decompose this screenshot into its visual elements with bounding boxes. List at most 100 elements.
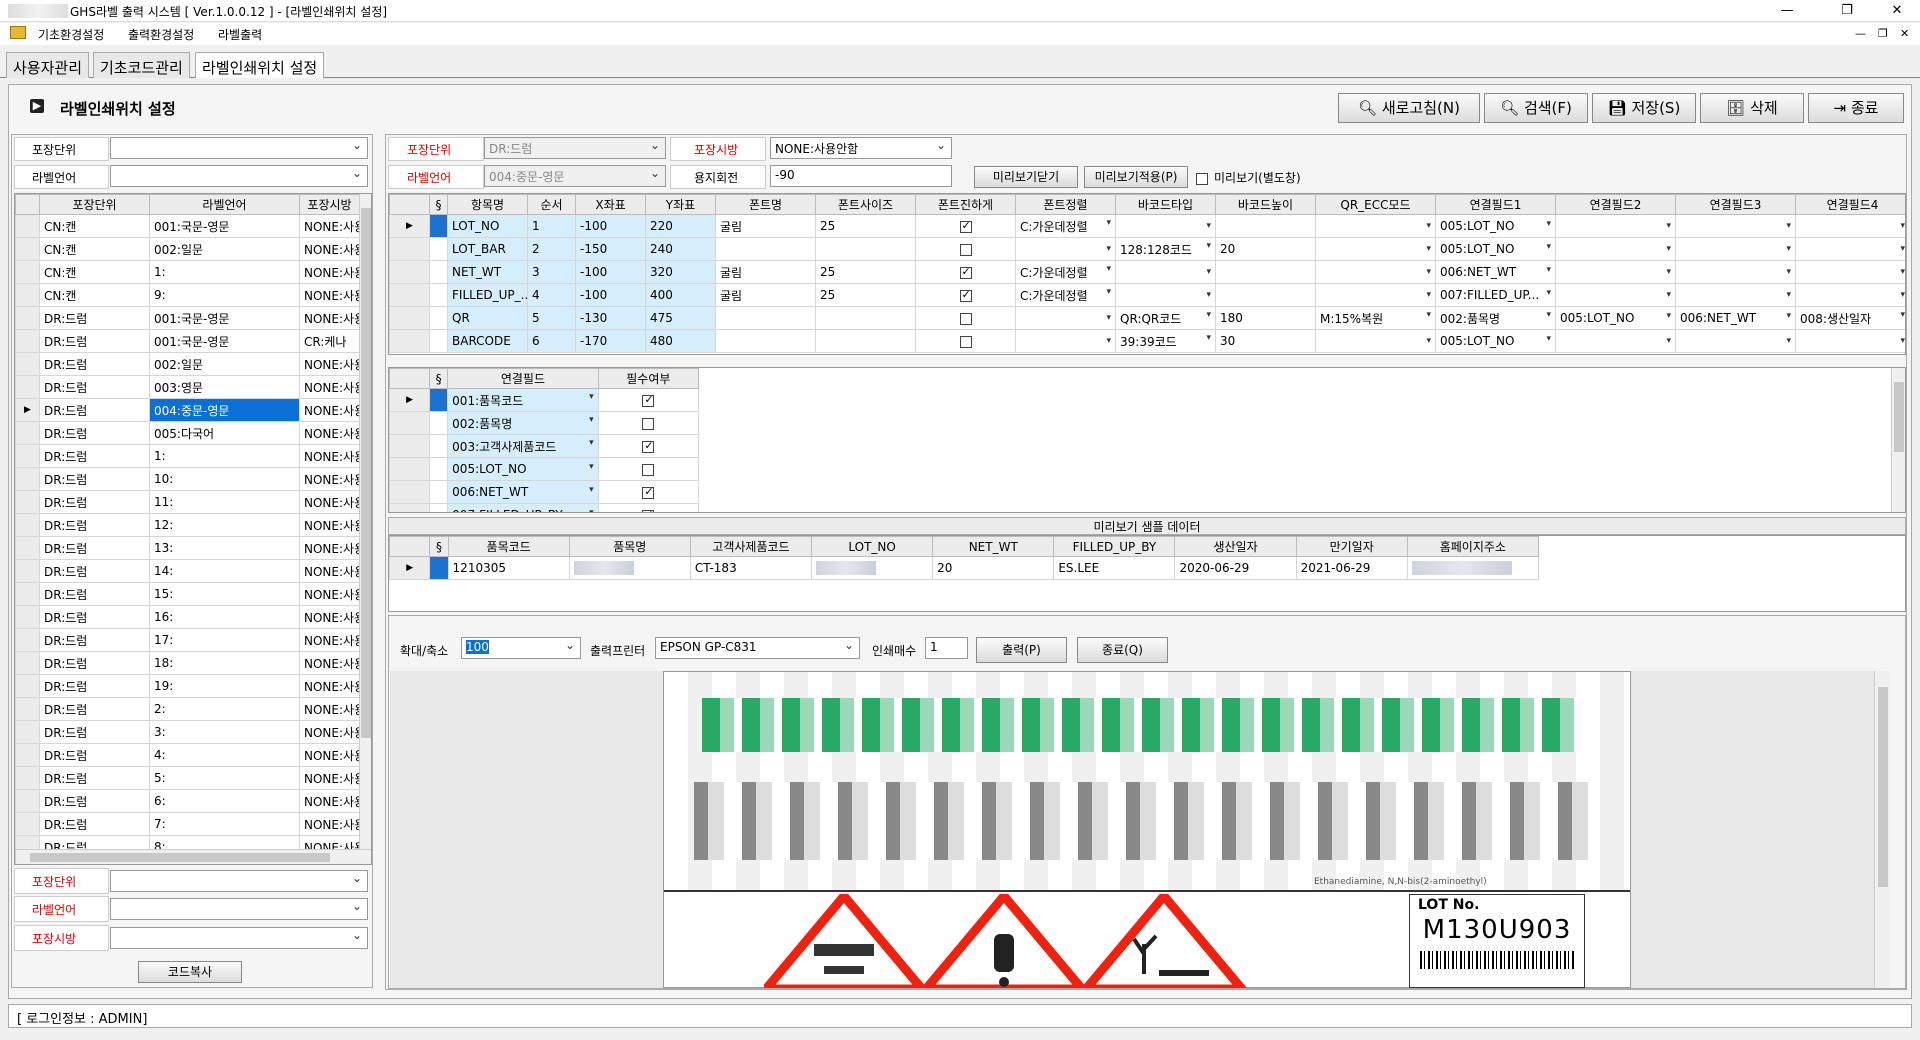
cell-y[interactable]: 220 — [645, 214, 716, 238]
col-link4[interactable]: 연결필드4 — [1795, 194, 1905, 215]
table-row[interactable]: DR:드럼10:NONE:사용안 — [15, 467, 360, 491]
cell-link2[interactable]: ▾ — [1555, 329, 1676, 353]
cell-sample-2[interactable]: CT-183 — [689, 556, 813, 580]
cell-x[interactable]: -100 — [575, 283, 646, 307]
cell-lang[interactable]: 6: — [149, 789, 300, 813]
cell-link1[interactable]: 005:LOT_NO ▾ — [1435, 214, 1556, 238]
cell-required[interactable] — [597, 411, 700, 435]
lang-combo[interactable] — [110, 898, 368, 920]
minimize-button[interactable]: — — [1764, 0, 1810, 22]
cell-packunit[interactable]: CN:캔 — [39, 214, 150, 238]
detail-spec-combo[interactable]: NONE:사용안함 — [770, 137, 952, 159]
cell-link4[interactable]: ▾ — [1795, 237, 1905, 261]
cell-font[interactable]: 굴림 — [715, 214, 816, 238]
table-row[interactable]: FILLED_UP_...4-100400굴림25C:가운데정렬▾▾▾007:F… — [389, 283, 1905, 307]
cell-link2[interactable]: ▾ — [1555, 260, 1676, 284]
cell-lang[interactable]: 18: — [149, 651, 300, 675]
close-window-button[interactable]: ✕ — [1874, 0, 1920, 22]
cell-x[interactable]: -170 — [575, 329, 646, 353]
cell-barcode-type[interactable]: 128:128코드 ▾ — [1115, 237, 1216, 261]
row-indicator[interactable] — [15, 352, 40, 376]
chevron-down-icon[interactable]: ▾ — [1666, 267, 1671, 277]
cell-lang[interactable]: 14: — [149, 559, 300, 583]
cell-lang[interactable]: 12: — [149, 513, 300, 537]
tab-label-position[interactable]: 라벨인쇄위치 설정 — [195, 52, 325, 78]
row-indicator[interactable] — [15, 375, 40, 399]
detail-packunit-combo[interactable]: DR:드럼 — [484, 137, 666, 159]
chevron-down-icon[interactable]: ▾ — [589, 415, 594, 425]
row-indicator[interactable] — [15, 720, 40, 744]
menu-label-print[interactable]: 라벨출력 — [218, 26, 262, 43]
row-indicator[interactable] — [389, 260, 430, 284]
cell-barcode-height[interactable]: 30 — [1215, 329, 1316, 353]
table-row[interactable]: 005:LOT_NO ▾ — [389, 457, 700, 481]
cell-barcode-height[interactable]: 20 — [1215, 237, 1316, 261]
chevron-down-icon[interactable]: ▾ — [589, 438, 594, 448]
cell-packunit[interactable]: DR:드럼 — [39, 398, 150, 422]
cell-sample-3[interactable] — [811, 556, 934, 580]
cell-packunit[interactable]: CN:캔 — [39, 283, 150, 307]
copies-input[interactable]: 1 — [925, 637, 968, 659]
row-indicator[interactable] — [15, 605, 40, 629]
cell-packunit[interactable]: DR:드럼 — [39, 375, 150, 399]
cell-link4[interactable]: 008:생산일자 ▾ — [1795, 306, 1905, 330]
chevron-down-icon[interactable]: ▾ — [1666, 221, 1671, 231]
exit-button[interactable]: ⇥ 종료 — [1808, 93, 1904, 123]
preview-separate-checkbox[interactable] — [1196, 172, 1208, 185]
row-indicator[interactable] — [15, 283, 40, 307]
table-row[interactable]: DR:드럼3:NONE:사용안 — [15, 720, 360, 744]
table-row[interactable]: DR:드럼001:국문-영문NONE:사용안 — [15, 306, 360, 330]
chevron-down-icon[interactable]: ▾ — [1786, 336, 1791, 346]
cell-lang[interactable]: 17: — [149, 628, 300, 652]
packunit-filter-combo[interactable] — [110, 137, 368, 159]
cell-font[interactable] — [715, 237, 816, 261]
chevron-down-icon[interactable]: ▾ — [1666, 311, 1671, 321]
cell-lang[interactable]: 9: — [149, 283, 300, 307]
cell-spec[interactable]: NONE:사용안 — [299, 697, 360, 721]
cell-spec[interactable]: NONE:사용안 — [299, 490, 360, 514]
cell-spec[interactable]: NONE:사용안 — [299, 628, 360, 652]
cell-link1[interactable]: 005:LOT_NO ▾ — [1435, 237, 1556, 261]
chevron-down-icon[interactable]: ▾ — [1426, 310, 1431, 320]
chevron-down-icon[interactable]: ▾ — [1900, 244, 1905, 254]
row-indicator[interactable] — [15, 467, 40, 491]
row-selector[interactable] — [429, 388, 449, 412]
cell-lang[interactable]: 2: — [149, 697, 300, 721]
required-checkbox[interactable] — [642, 439, 655, 453]
row-indicator[interactable] — [15, 513, 40, 537]
cell-link2[interactable]: ▾ — [1555, 283, 1676, 307]
cell-barcode-height[interactable]: 180 — [1215, 306, 1316, 330]
col-sample-6[interactable]: 생산일자 — [1174, 536, 1297, 557]
col-barcode-height[interactable]: 바코드높이 — [1215, 194, 1316, 215]
chevron-down-icon[interactable]: ▾ — [1666, 290, 1671, 300]
cell-barcode-height[interactable] — [1215, 214, 1316, 238]
mdi-restore-icon[interactable]: ❐ — [1878, 27, 1888, 40]
cell-packunit[interactable]: DR:드럼 — [39, 329, 150, 353]
cell-item[interactable]: FILLED_UP_... — [447, 283, 528, 307]
chevron-down-icon[interactable]: ▾ — [1106, 264, 1111, 274]
table-row[interactable]: DR:드럼002:일문NONE:사용안 — [15, 352, 360, 376]
col-lang[interactable]: 라벨언어 — [149, 194, 300, 215]
col-x[interactable]: X좌표 — [575, 194, 646, 215]
chevron-down-icon[interactable]: ▾ — [1206, 310, 1211, 320]
refresh-button[interactable]: 🔍︎ 새로고침(N) — [1338, 93, 1480, 123]
cell-order[interactable]: 3 — [527, 260, 576, 284]
cell-link2[interactable]: 005:LOT_NO ▾ — [1555, 306, 1676, 330]
cell-packunit[interactable]: DR:드럼 — [39, 559, 150, 583]
row-indicator[interactable] — [15, 536, 40, 560]
cell-qr-ecc[interactable]: ▾ — [1315, 237, 1436, 261]
row-indicator[interactable]: ▶ — [389, 388, 431, 412]
row-indicator[interactable] — [389, 434, 431, 458]
table-row[interactable]: CN:캔1:NONE:사용안 — [15, 260, 360, 284]
row-indicator[interactable] — [389, 411, 431, 435]
chevron-down-icon[interactable]: ▾ — [1106, 336, 1111, 346]
chevron-down-icon[interactable]: ▾ — [1106, 287, 1111, 297]
table-row[interactable]: DR:드럼18:NONE:사용안 — [15, 651, 360, 675]
col-fontsize[interactable]: 폰트사이즈 — [815, 194, 916, 215]
cell-fontsize[interactable] — [815, 237, 916, 261]
cell-lang[interactable]: 5: — [149, 766, 300, 790]
cell-spec[interactable]: NONE:사용안 — [299, 237, 360, 261]
col-sample-5[interactable]: FILLED_UP_BY — [1053, 536, 1176, 557]
chevron-down-icon[interactable]: ▾ — [1206, 333, 1211, 343]
table-row[interactable]: DR:드럼19:NONE:사용안 — [15, 674, 360, 698]
